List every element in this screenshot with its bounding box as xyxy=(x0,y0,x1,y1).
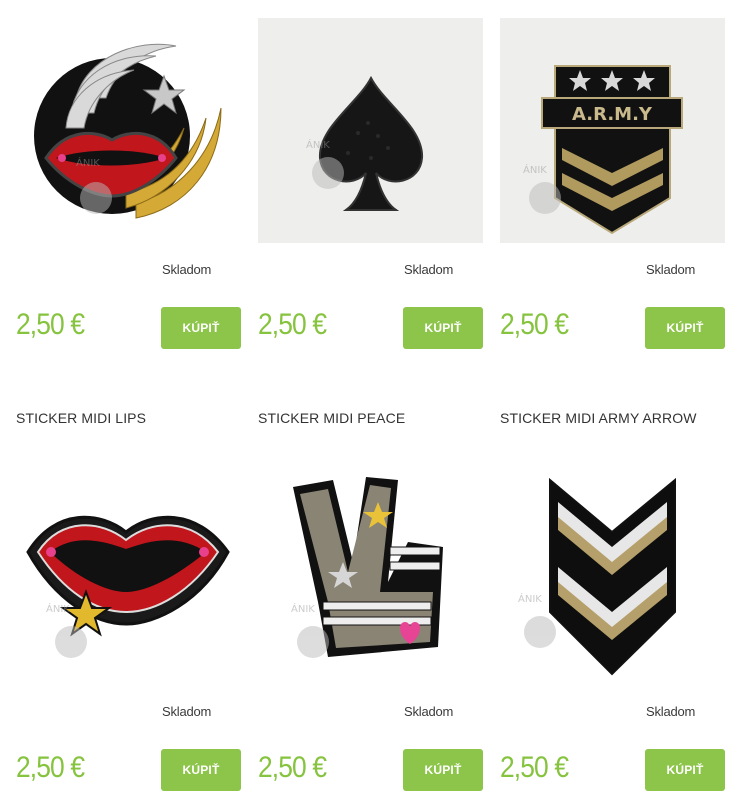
product-card: STICKER MIDI LIPS ÁNIK Skladom 2,50 € KÚ… xyxy=(16,400,241,800)
stock-status: Skladom xyxy=(646,704,696,719)
svg-text:ÁNIK: ÁNIK xyxy=(306,138,330,151)
product-card: STICKER MIDI PEACE ÁNIK Skladom 2,50 € K… xyxy=(258,400,483,800)
product-price: 2,50 € xyxy=(258,308,327,341)
buy-button[interactable]: KÚPIŤ xyxy=(645,749,725,791)
spade-patch-icon: ÁNIK xyxy=(306,75,424,211)
svg-text:ÁNIK: ÁNIK xyxy=(523,163,547,176)
product-image-link[interactable]: ÁNIK xyxy=(500,452,725,677)
product-price: 2,50 € xyxy=(500,751,569,784)
product-image-link[interactable]: ÁNIK xyxy=(258,452,483,677)
peace-hand-patch-icon: ÁNIK xyxy=(291,477,443,658)
product-title[interactable]: STICKER MIDI LIPS xyxy=(16,410,256,426)
buy-button[interactable]: KÚPIŤ xyxy=(645,307,725,349)
svg-text:ÁNIK: ÁNIK xyxy=(76,156,100,169)
stock-status: Skladom xyxy=(646,262,696,277)
product-price: 2,50 € xyxy=(500,308,569,341)
product-card: ÁNIK Skladom 2,50 € KÚPIŤ xyxy=(258,0,483,360)
product-card: A.R.M.Y ÁNIK Skladom 2,50 € KÚPIŤ xyxy=(500,0,725,360)
buy-button[interactable]: KÚPIŤ xyxy=(161,749,241,791)
buy-button[interactable]: KÚPIŤ xyxy=(403,749,483,791)
svg-text:ÁNIK: ÁNIK xyxy=(291,602,315,615)
product-image-link[interactable]: ÁNIK xyxy=(16,18,241,243)
product-price: 2,50 € xyxy=(16,308,85,341)
lips-wings-star-patch-icon: ÁNIK xyxy=(34,43,222,219)
buy-button[interactable]: KÚPIŤ xyxy=(161,307,241,349)
product-card: ÁNIK Skladom 2,50 € KÚPIŤ xyxy=(16,0,241,360)
product-price: 2,50 € xyxy=(16,751,85,784)
product-title[interactable]: STICKER MIDI ARMY ARROW xyxy=(500,410,740,426)
product-image-link[interactable]: A.R.M.Y ÁNIK xyxy=(500,18,725,243)
product-image-link[interactable]: ÁNIK xyxy=(258,18,483,243)
army-arrow-patch-icon: ÁNIK xyxy=(518,477,676,676)
patch-text: A.R.M.Y xyxy=(572,104,653,125)
product-card: STICKER MIDI ARMY ARROW ÁNIK Skladom 2,5… xyxy=(500,400,725,800)
stock-status: Skladom xyxy=(162,262,212,277)
buy-button[interactable]: KÚPIŤ xyxy=(403,307,483,349)
stock-status: Skladom xyxy=(404,704,454,719)
stock-status: Skladom xyxy=(162,704,212,719)
svg-text:ÁNIK: ÁNIK xyxy=(518,592,542,605)
stock-status: Skladom xyxy=(404,262,454,277)
lips-patch-icon: ÁNIK xyxy=(26,515,230,658)
product-price: 2,50 € xyxy=(258,751,327,784)
svg-text:ÁNIK: ÁNIK xyxy=(46,602,70,615)
army-badge-patch-icon: A.R.M.Y ÁNIK xyxy=(523,65,683,235)
product-image-link[interactable]: ÁNIK xyxy=(16,452,241,677)
product-title[interactable]: STICKER MIDI PEACE xyxy=(258,410,498,426)
